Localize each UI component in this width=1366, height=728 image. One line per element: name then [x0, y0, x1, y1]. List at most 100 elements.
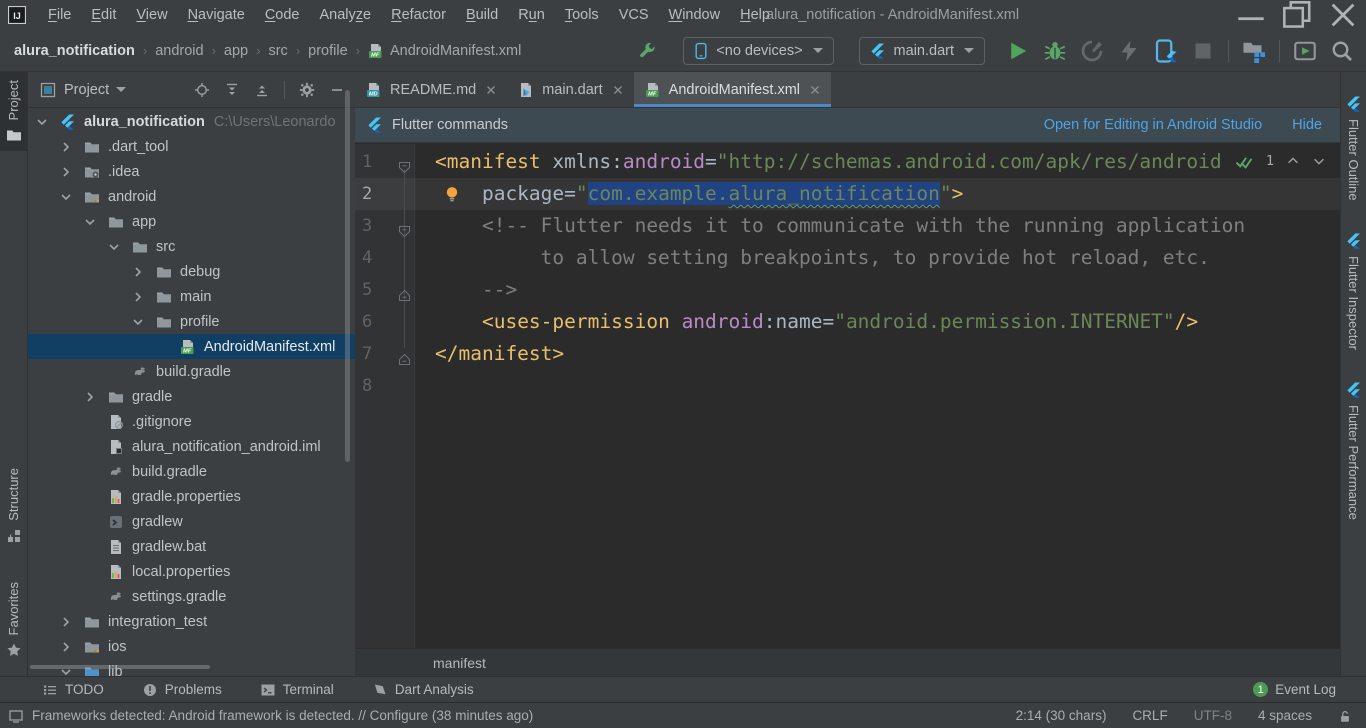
tool-window-problems[interactable]: Problems	[142, 682, 222, 698]
tool-window-flutter-performance[interactable]: Flutter Performance	[1346, 382, 1362, 520]
inspections-ok-icon[interactable]	[1234, 154, 1254, 169]
close-icon[interactable]	[1320, 0, 1366, 30]
fold-marker-icon[interactable]	[398, 284, 411, 297]
tree-item[interactable]: settings.gradle	[28, 584, 355, 609]
breadcrumb-item[interactable]: app	[224, 43, 248, 59]
editor-tab[interactable]: MDREADME.md	[355, 72, 507, 107]
device-selector[interactable]: <no devices>	[683, 37, 833, 65]
editor-tab[interactable]: main.dart	[507, 72, 633, 107]
flutter-attach-icon[interactable]	[1154, 39, 1178, 63]
tool-window-favorites[interactable]: Favorites	[0, 574, 27, 666]
locate-file-icon[interactable]	[194, 82, 210, 98]
next-highlight-icon[interactable]	[1312, 154, 1326, 168]
run-button[interactable]	[1006, 39, 1030, 63]
close-tab-icon[interactable]	[810, 85, 820, 95]
toolwindow-toggle-icon[interactable]	[8, 708, 24, 724]
collapse-all-icon[interactable]	[254, 82, 270, 98]
menu-refactor[interactable]: Refactor	[381, 0, 456, 30]
menu-run[interactable]: Run	[508, 0, 555, 30]
tree-item[interactable]: build.gradle	[28, 359, 355, 384]
menu-analyze[interactable]: Analyze	[310, 0, 382, 30]
hot-reload-icon[interactable]	[1117, 39, 1141, 63]
vertical-scrollbar[interactable]	[345, 90, 350, 462]
chevron-down-icon[interactable]	[116, 87, 126, 92]
open-in-android-studio-link[interactable]: Open for Editing in Android Studio	[1044, 117, 1262, 133]
fold-marker-icon[interactable]	[398, 220, 411, 233]
tree-item[interactable]: android	[28, 184, 355, 209]
minimize-icon[interactable]	[1228, 0, 1274, 30]
project-panel-title[interactable]: Project	[64, 82, 109, 98]
search-everywhere-icon[interactable]	[1330, 39, 1354, 63]
tree-item[interactable]: alura_notification_android.iml	[28, 434, 355, 459]
menu-edit[interactable]: Edit	[81, 0, 126, 30]
line-ending[interactable]: CRLF	[1132, 708, 1167, 723]
tree-item[interactable]: .gitignore	[28, 409, 355, 434]
breadcrumb-item[interactable]: alura_notification	[14, 43, 135, 59]
tool-window-flutter-inspector[interactable]: Flutter Inspector	[1346, 233, 1362, 350]
xml-breadcrumb[interactable]: manifest	[433, 655, 486, 671]
code-editor[interactable]: 1 1<manifest xmlns:android="http://schem…	[355, 144, 1340, 648]
tree-item[interactable]: local.properties	[28, 559, 355, 584]
unlock-icon[interactable]	[1338, 709, 1352, 723]
file-encoding[interactable]: UTF-8	[1194, 708, 1232, 723]
tree-item[interactable]: gradlew	[28, 509, 355, 534]
tree-item[interactable]: gradle.properties	[28, 484, 355, 509]
tree-item[interactable]: profile	[28, 309, 355, 334]
indent-setting[interactable]: 4 spaces	[1258, 708, 1312, 723]
expand-all-icon[interactable]	[224, 82, 240, 98]
tree-item[interactable]: integration_test	[28, 609, 355, 634]
debug-button[interactable]	[1043, 39, 1067, 63]
tool-window-structure[interactable]: Structure	[0, 460, 27, 552]
breadcrumb-item[interactable]: profile	[308, 43, 348, 59]
tree-item[interactable]: alura_notificationC:\Users\Leonardo	[28, 109, 355, 134]
gear-icon[interactable]	[299, 82, 315, 98]
horizontal-scrollbar[interactable]	[30, 665, 210, 669]
stop-button[interactable]	[1191, 39, 1215, 63]
profile-button[interactable]	[1080, 39, 1104, 63]
breadcrumb-item[interactable]: MFAndroidManifest.xml	[368, 43, 521, 59]
tree-item[interactable]: debug	[28, 259, 355, 284]
breadcrumb-item[interactable]: android	[155, 43, 203, 59]
tree-item[interactable]: ios	[28, 634, 355, 659]
device-manager-icon[interactable]	[1293, 39, 1317, 63]
run-config-selector[interactable]: main.dart	[859, 37, 985, 65]
tool-window-todo[interactable]: TODO	[42, 682, 104, 698]
tree-item[interactable]: .idea	[28, 159, 355, 184]
prev-highlight-icon[interactable]	[1286, 154, 1300, 168]
tool-window-dart-analysis[interactable]: Dart Analysis	[372, 682, 474, 698]
hide-banner-link[interactable]: Hide	[1292, 117, 1322, 133]
tree-item[interactable]: gradle	[28, 384, 355, 409]
tree-item[interactable]: .dart_tool	[28, 134, 355, 159]
menu-window[interactable]: Window	[659, 0, 731, 30]
editor-tab[interactable]: MFAndroidManifest.xml	[634, 72, 831, 107]
menu-build[interactable]: Build	[456, 0, 508, 30]
tree-item[interactable]: MFAndroidManifest.xml	[28, 334, 355, 359]
menu-tools[interactable]: Tools	[555, 0, 609, 30]
close-tab-icon[interactable]	[613, 85, 623, 95]
wrench-icon[interactable]	[638, 42, 656, 60]
menu-vcs[interactable]: VCS	[609, 0, 659, 30]
status-message[interactable]: Frameworks detected: Android framework i…	[32, 708, 533, 723]
menu-file[interactable]: File	[38, 0, 81, 30]
tree-item[interactable]: main	[28, 284, 355, 309]
tree-item[interactable]: app	[28, 209, 355, 234]
menu-view[interactable]: View	[126, 0, 177, 30]
caret-position[interactable]: 2:14 (30 chars)	[1016, 708, 1107, 723]
tree-item[interactable]: gradlew.bat	[28, 534, 355, 559]
tool-window-flutter-outline[interactable]: Flutter Outline	[1346, 96, 1362, 201]
project-structure-icon[interactable]	[1242, 39, 1266, 63]
breadcrumb-item[interactable]: src	[268, 43, 287, 59]
event-log-button[interactable]: 1Event Log	[1253, 682, 1366, 697]
restore-icon[interactable]	[1274, 0, 1320, 30]
menu-navigate[interactable]: Navigate	[178, 0, 255, 30]
tree-item[interactable]: build.gradle	[28, 459, 355, 484]
tree-item[interactable]: src	[28, 234, 355, 259]
fold-marker-icon[interactable]	[398, 348, 411, 361]
tool-window-terminal[interactable]: Terminal	[260, 682, 334, 698]
close-tab-icon[interactable]	[486, 85, 496, 95]
chevron-right-icon	[58, 639, 74, 655]
menu-code[interactable]: Code	[255, 0, 310, 30]
fold-marker-icon[interactable]	[398, 156, 411, 169]
hide-panel-icon[interactable]	[329, 82, 345, 98]
tool-window-project[interactable]: Project	[0, 72, 27, 151]
